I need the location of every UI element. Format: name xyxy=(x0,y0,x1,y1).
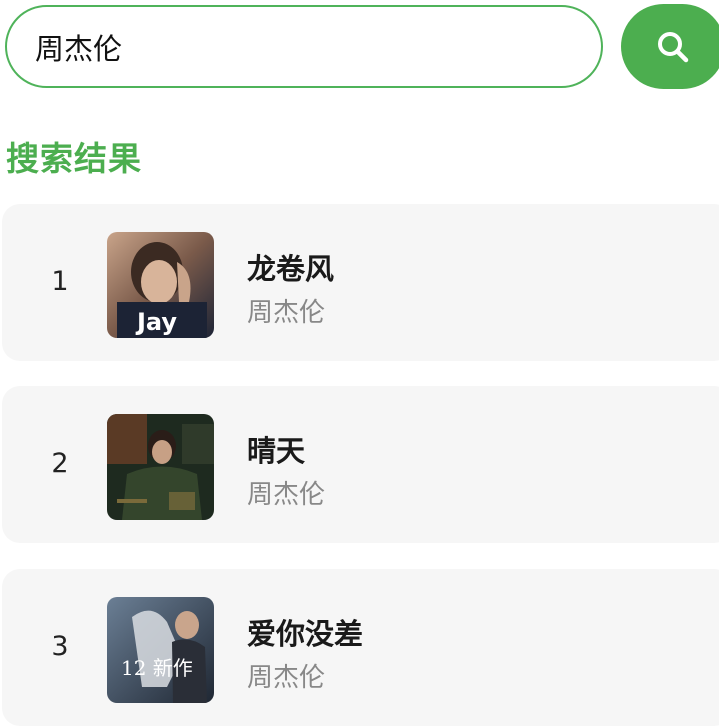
list-item[interactable]: 2 晴天 周杰伦 xyxy=(2,386,719,543)
cover-text: 12 新作 xyxy=(121,656,193,680)
song-artist: 周杰伦 xyxy=(247,480,326,510)
album-cover[interactable]: Jay xyxy=(107,232,214,338)
cover-text: Jay xyxy=(135,308,177,336)
song-artist: 周杰伦 xyxy=(247,663,326,693)
list-item[interactable]: 3 12 新作 爱你没差 周杰伦 xyxy=(2,569,719,726)
album-cover[interactable]: 12 新作 xyxy=(107,597,214,703)
song-title: 爱你没差 xyxy=(247,617,364,651)
rank-number: 3 xyxy=(51,631,69,662)
song-title: 晴天 xyxy=(247,434,306,468)
album-cover[interactable] xyxy=(107,414,214,520)
song-artist: 周杰伦 xyxy=(247,298,326,328)
search-button[interactable] xyxy=(621,4,719,89)
rank-number: 1 xyxy=(51,266,69,297)
rank-number: 2 xyxy=(51,448,69,479)
search-input[interactable] xyxy=(35,29,601,64)
search-bar xyxy=(0,0,719,100)
search-icon xyxy=(658,31,689,62)
song-title: 龙卷风 xyxy=(247,252,335,286)
section-title: 搜索结果 xyxy=(6,139,142,178)
list-item[interactable]: 1 Jay 龙卷风 周杰伦 xyxy=(2,204,719,361)
search-field[interactable] xyxy=(5,5,603,88)
